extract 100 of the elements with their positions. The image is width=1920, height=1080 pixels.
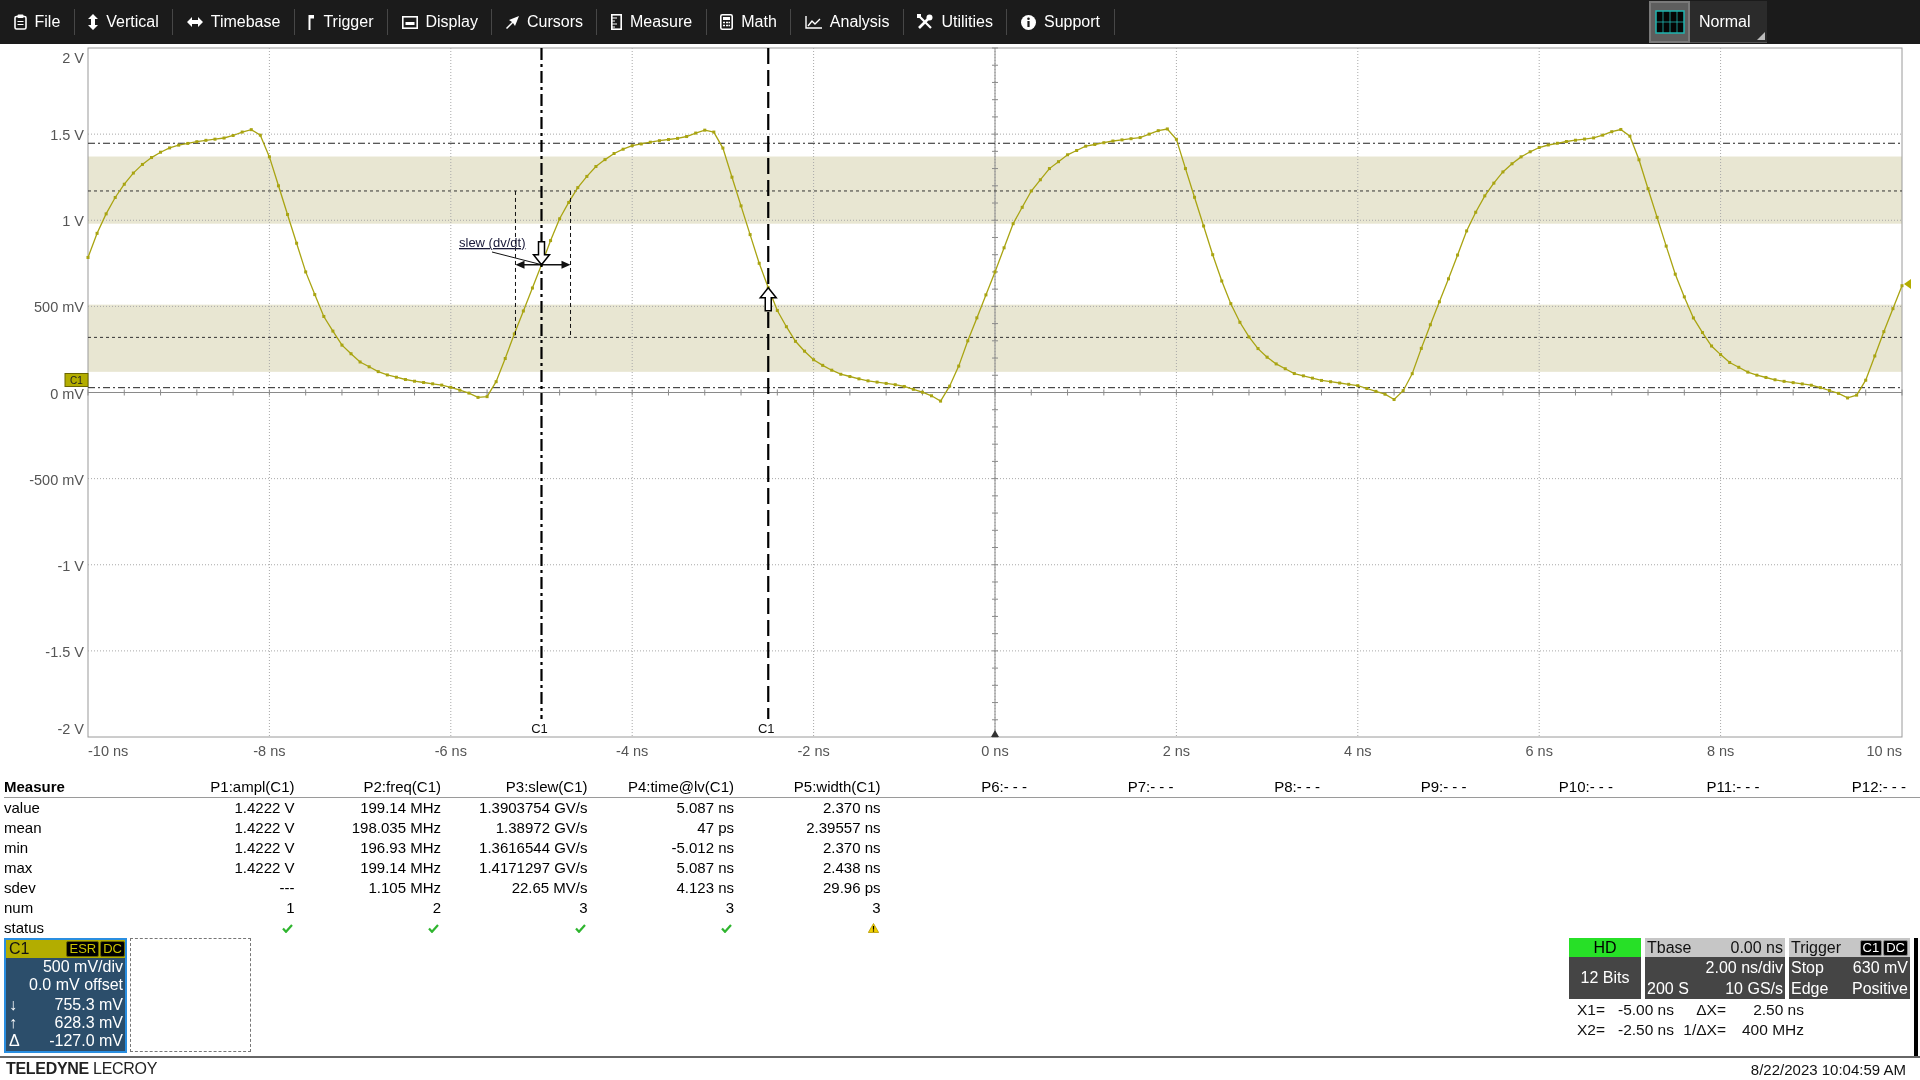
parameter-header[interactable]: P11:- - -	[1706, 778, 1760, 795]
readout-label: X2=	[1577, 1021, 1605, 1038]
table-cell: 4.123 ns	[676, 879, 734, 896]
trigger-position-icon	[991, 730, 999, 737]
table-cell: 199.14 MHz	[360, 799, 441, 816]
table-cell: 3	[872, 899, 881, 916]
menu-item[interactable]: Vertical	[74, 5, 173, 39]
readout-symbol: Δ	[9, 1032, 20, 1050]
ruler-icon	[611, 14, 622, 30]
menu-item[interactable]: File	[0, 5, 74, 39]
clipboard-icon	[13, 14, 27, 30]
table-cell: 47 ps	[697, 819, 734, 836]
parameter-header[interactable]: P2:freq(C1)	[363, 778, 441, 795]
readout-label: ΔX=	[1696, 1001, 1726, 1018]
channel-tag[interactable]: C1	[64, 373, 89, 387]
table-cell: 1.4222 V	[234, 819, 295, 836]
table-cell: 1.4171297 GV/s	[479, 859, 588, 876]
axis-label: 2 ns	[1162, 743, 1191, 759]
menu-item[interactable]: Math	[706, 5, 791, 39]
axis-label: -6 ns	[434, 743, 467, 759]
mode-label: HD	[1569, 938, 1641, 957]
sample-rate-value: 10 GS/s	[1725, 979, 1783, 999]
axis-label: 0 mV	[50, 385, 84, 402]
axis-label: 6 ns	[1525, 743, 1553, 759]
axis-label: -8 ns	[253, 743, 286, 759]
grid-display-icon	[1654, 10, 1685, 34]
table-cell: 3	[579, 899, 588, 916]
trigger-level-icon	[1904, 279, 1911, 289]
parameter-header[interactable]: P9:- - -	[1420, 778, 1467, 795]
table-cell: 196.93 MHz	[360, 839, 441, 856]
menu-item[interactable]: Measure	[597, 5, 706, 39]
axis-label: -500 mV	[29, 471, 84, 488]
channel-badge: ESR	[66, 941, 100, 957]
calculator-icon	[720, 14, 734, 30]
table-cell: 22.65 MV/s	[511, 879, 588, 896]
channel-panel[interactable]: C1 ESR DC 500 mV/div 0.0 mV offset ↓ 755.3 mV ↑ 628.3 mV Δ -127.0 mV	[4, 938, 127, 1053]
menu-item[interactable]: Display	[388, 5, 492, 39]
up-arrow-icon	[758, 286, 778, 312]
readout-value: -5.00 ns	[1618, 1001, 1674, 1018]
menu-item[interactable]: Trigger	[294, 5, 387, 39]
menu-item[interactable]: Cursors	[492, 5, 597, 39]
delay-value: 0.00 ns	[1730, 938, 1783, 957]
trigger-state: Stop	[1791, 958, 1824, 978]
trigger-panel[interactable]: Trigger C1 DC Stop 630 mV Edge Positive	[1789, 938, 1910, 999]
readout-symbol: ↓	[9, 996, 17, 1014]
samples-value: 200 S	[1647, 979, 1689, 999]
parameter-header[interactable]: P1:ampl(C1)	[210, 778, 295, 795]
parameter-header[interactable]: P4:time@lv(C1)	[627, 778, 734, 795]
panel-title: Tbase	[1647, 938, 1692, 957]
cursor-label: C1	[531, 721, 548, 736]
parameter-header[interactable]: P12:- - -	[1851, 778, 1906, 795]
menu-item[interactable]: Utilities	[903, 5, 1007, 39]
row-label: status	[4, 919, 45, 936]
axis-label: -10 ns	[88, 743, 129, 759]
down-arrow-icon	[531, 240, 552, 266]
axis-label: 4 ns	[1344, 743, 1372, 759]
table-cell: -5.012 ns	[671, 839, 734, 856]
annotation-label: slew (dv/dt)	[459, 235, 526, 250]
parameter-header[interactable]: P6:- - -	[981, 778, 1027, 795]
row-label: max	[4, 859, 33, 876]
cursor-line[interactable]	[540, 48, 543, 719]
axis-label: 8 ns	[1706, 743, 1735, 759]
menu-item[interactable]: Support	[1007, 5, 1114, 39]
parameter-header[interactable]: P10:- - -	[1558, 778, 1613, 795]
display-button[interactable]	[1649, 1, 1690, 43]
row-label: min	[4, 839, 29, 856]
timebase-panel[interactable]: Tbase 0.00 ns 2.00 ns/div 200 S 10 GS/s	[1645, 938, 1785, 999]
leader-line	[491, 251, 542, 266]
axis-label: 2 V	[62, 50, 84, 66]
axis-label: 0 ns	[981, 743, 1009, 759]
table-cell: 1.38972 GV/s	[495, 819, 588, 836]
line-chart-icon	[804, 15, 822, 29]
cursor-line[interactable]	[767, 48, 770, 719]
mode-dropdown[interactable]: Normal	[1690, 1, 1767, 43]
logo-text: TELEDYNE LECROY	[6, 1060, 158, 1078]
axis-label: -2 V	[57, 721, 84, 737]
offset-value: 0.0 mV offset	[29, 976, 123, 993]
menu-item[interactable]: Analysis	[791, 5, 903, 39]
parameter-header[interactable]: P5:width(C1)	[793, 778, 881, 795]
window-icon	[401, 15, 418, 29]
table-cell: 1.3616544 GV/s	[479, 839, 588, 856]
info-icon	[1020, 14, 1036, 30]
parameter-header[interactable]: P3:slew(C1)	[505, 778, 588, 795]
readout-value: 400 MHz	[1741, 1021, 1804, 1038]
tools-icon	[917, 14, 934, 30]
scale-value: 2.00 ns/div	[1705, 958, 1783, 978]
table-cell: 1.105 MHz	[368, 879, 441, 896]
span-arrow	[515, 260, 571, 269]
readout-label: X1=	[1577, 1001, 1605, 1018]
acquisition-panel[interactable]: HD 12 Bits	[1569, 938, 1641, 999]
table-cell: 3	[725, 899, 734, 916]
flag-icon	[308, 14, 316, 30]
readout-symbol: ↑	[9, 1014, 17, 1032]
menu-item[interactable]: Timebase	[173, 5, 294, 39]
parameter-header[interactable]: P8:- - -	[1274, 778, 1320, 795]
scale-value: 500 mV/div	[42, 958, 123, 975]
axis-label: -1 V	[57, 557, 84, 574]
measure-title: Measure	[4, 778, 65, 795]
parameter-header[interactable]: P7:- - -	[1127, 778, 1174, 795]
table-cell: 2	[432, 899, 441, 916]
